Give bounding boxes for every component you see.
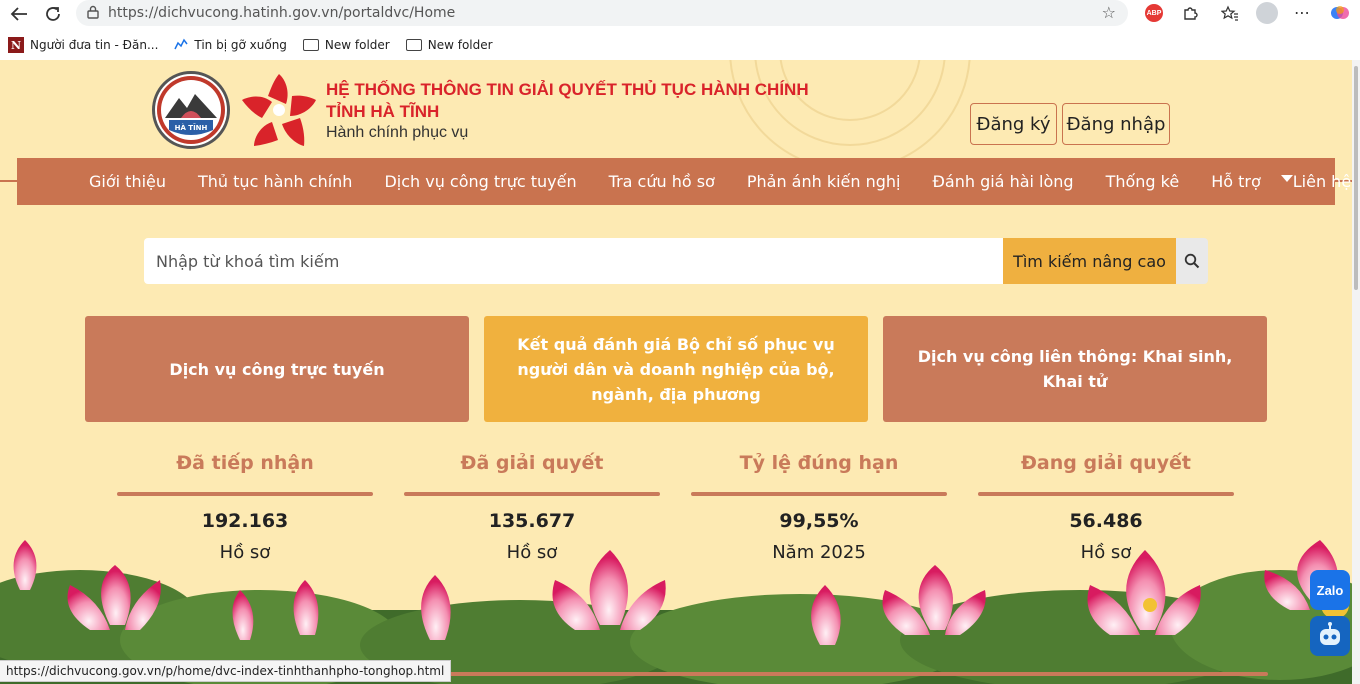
nav-item-lien-he[interactable]: Liên hệ bbox=[1293, 172, 1351, 191]
copilot-icon[interactable] bbox=[1328, 2, 1352, 24]
n-icon: N bbox=[8, 37, 24, 53]
stat-divider bbox=[978, 492, 1234, 496]
nav-item-phan-anh[interactable]: Phản ánh kiến nghị bbox=[747, 172, 901, 191]
svg-text:HÀ TĨNH: HÀ TĨNH bbox=[175, 123, 208, 132]
bookmark-item[interactable]: N Người đưa tin - Đăn... bbox=[8, 37, 158, 53]
register-button[interactable]: Đăng ký bbox=[970, 103, 1057, 145]
nav-item-thong-ke[interactable]: Thống kê bbox=[1106, 172, 1180, 191]
url-text[interactable]: https://dichvucong.hatinh.gov.vn/portald… bbox=[108, 5, 455, 21]
portal-slogan: Hành chính phục vụ bbox=[326, 124, 469, 141]
folder-icon bbox=[302, 39, 319, 51]
portal-page: HÀ TĨNH HỆ THỐNG THÔNG TIN GIẢI QUYẾT TH… bbox=[0, 60, 1356, 684]
card-birth-death-services[interactable]: Dịch vụ công liên thông: Khai sinh, Khai… bbox=[883, 316, 1267, 422]
chatbot-icon[interactable] bbox=[1310, 616, 1350, 656]
folder-icon bbox=[405, 39, 422, 51]
chevron-down-icon[interactable] bbox=[1281, 175, 1293, 182]
stat-label: Tỷ lệ đúng hạn bbox=[739, 452, 899, 474]
stat-value: 135.677 bbox=[488, 510, 576, 532]
back-icon[interactable] bbox=[4, 2, 34, 26]
search-bar: Tìm kiếm nâng cao bbox=[144, 238, 1208, 284]
nav-item-ho-tro[interactable]: Hỗ trợ bbox=[1211, 172, 1261, 191]
stat-label: Đã tiếp nhận bbox=[176, 452, 314, 474]
bookmarks-bar: N Người đưa tin - Đăn... Tin bị gỡ xuống… bbox=[0, 30, 1360, 60]
administrative-star-logo[interactable] bbox=[238, 70, 320, 150]
adblock-extension-icon[interactable]: ABP bbox=[1145, 4, 1163, 22]
main-navigation: Giới thiệu Thủ tục hành chính Dịch vụ cô… bbox=[17, 158, 1351, 205]
stat-value: 56.486 bbox=[1069, 510, 1143, 532]
advanced-search-button[interactable]: Tìm kiếm nâng cao bbox=[1003, 238, 1176, 284]
portal-title-line1: HỆ THỐNG THÔNG TIN GIẢI QUYẾT THỦ TỤC HÀ… bbox=[326, 80, 809, 99]
stat-divider bbox=[404, 492, 660, 496]
ha-tinh-emblem-logo[interactable]: HÀ TĨNH bbox=[152, 71, 230, 149]
card-service-index-results[interactable]: Kết quả đánh giá Bộ chỉ số phục vụ người… bbox=[484, 316, 868, 422]
browser-toolbar: https://dichvucong.hatinh.gov.vn/portald… bbox=[0, 0, 1360, 30]
stat-label: Đang giải quyết bbox=[1020, 452, 1192, 474]
stat-value: 99,55% bbox=[779, 510, 859, 532]
chart-icon bbox=[174, 38, 188, 53]
scrollbar-thumb[interactable] bbox=[1354, 66, 1358, 290]
favorites-icon[interactable] bbox=[1218, 2, 1242, 24]
nav-item-dich-vu-cong[interactable]: Dịch vụ công trực tuyến bbox=[384, 172, 576, 191]
stat-value: 192.163 bbox=[201, 510, 289, 532]
stat-label: Đã giải quyết bbox=[460, 452, 604, 474]
extensions-puzzle-icon[interactable] bbox=[1178, 2, 1202, 24]
bookmark-item[interactable]: Tin bị gỡ xuống bbox=[174, 38, 287, 53]
link-status-bar: https://dichvucong.gov.vn/p/home/dvc-ind… bbox=[0, 660, 452, 682]
bookmark-folder[interactable]: New folder bbox=[302, 38, 390, 52]
reload-icon[interactable] bbox=[38, 2, 68, 26]
nav-item-danh-gia[interactable]: Đánh giá hài lòng bbox=[933, 172, 1074, 191]
login-button[interactable]: Đăng nhập bbox=[1062, 103, 1170, 145]
zalo-chat-button[interactable]: Zalo bbox=[1310, 570, 1350, 610]
stat-divider bbox=[691, 492, 947, 496]
nav-item-gioi-thieu[interactable]: Giới thiệu bbox=[89, 172, 166, 191]
stat-divider bbox=[117, 492, 373, 496]
profile-avatar-icon[interactable] bbox=[1255, 2, 1279, 24]
address-bar[interactable]: https://dichvucong.hatinh.gov.vn/portald… bbox=[76, 0, 1128, 26]
footer-strip bbox=[410, 672, 1268, 676]
portal-title-line2: TỈNH HÀ TĨNH bbox=[326, 102, 440, 121]
more-menu-icon[interactable]: ⋯ bbox=[1290, 2, 1314, 24]
site-info-icon[interactable] bbox=[86, 5, 108, 22]
search-input[interactable] bbox=[144, 238, 1003, 284]
nav-item-thu-tuc[interactable]: Thủ tục hành chính bbox=[198, 172, 352, 191]
nav-item-tra-cuu[interactable]: Tra cứu hồ sơ bbox=[609, 172, 715, 191]
bookmark-folder[interactable]: New folder bbox=[405, 38, 493, 52]
search-icon[interactable] bbox=[1176, 238, 1208, 284]
card-online-services[interactable]: Dịch vụ công trực tuyến bbox=[85, 316, 469, 422]
bookmark-star-icon[interactable]: ☆ bbox=[1102, 3, 1116, 23]
